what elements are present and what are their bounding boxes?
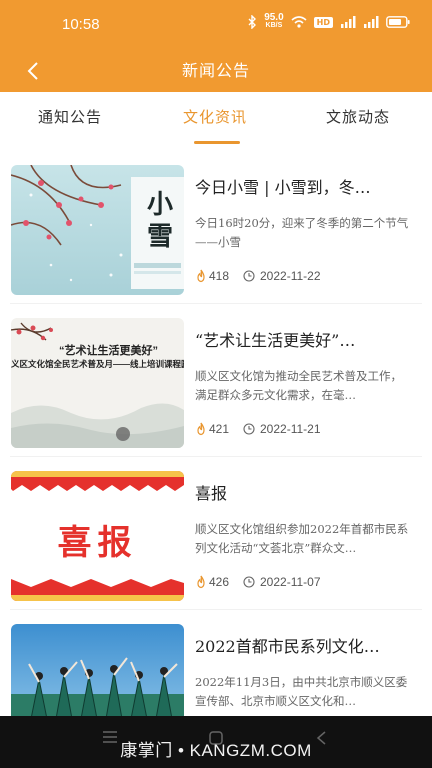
thumbnail-caption: “艺术让生活更美好” [59, 345, 158, 357]
news-summary: 顺义区文化馆组织参加2022年首都市民系列文化活动“文荟北京”群众文… [195, 522, 409, 555]
clock-icon [243, 423, 255, 435]
thumbnail-subcaption: 义区文化馆全民艺术普及月——线上培训课程圆满结 [11, 359, 184, 369]
status-icons: 95.0 KB/S HD [247, 12, 410, 30]
clock-icon [243, 270, 255, 282]
news-summary: 2022年11月3日，由中共北京市顺义区委宣传部、北京市顺义区文化和… [195, 675, 408, 708]
news-thumbnail: 小雪 [11, 165, 184, 295]
signal-icon [341, 16, 356, 28]
news-summary: 今日16时20分，迎来了冬季的第二个节气——小雪 [195, 216, 409, 249]
news-title: 今日小雪 | 小雪到，冬… [195, 178, 371, 197]
thumbnail-caption: 喜报 [57, 523, 138, 563]
flame-icon [197, 575, 205, 589]
publish-date-value: 2022-11-21 [260, 422, 321, 436]
tab-notices[interactable]: 通知公告 [38, 106, 102, 127]
publish-date: 2022-11-21 [243, 422, 321, 436]
clock-icon [243, 576, 255, 588]
news-thumbnail: “艺术让生活更美好” 义区文化馆全民艺术普及月——线上培训课程圆满结 [11, 318, 184, 448]
publish-date-value: 2022-11-07 [260, 575, 321, 589]
flame-icon [197, 422, 205, 436]
tab-culture-news[interactable]: 文化资讯 [183, 106, 247, 127]
view-count: 426 [195, 575, 243, 589]
news-thumbnail: 喜报 [11, 471, 184, 601]
tab-bar: 通知公告 文化资讯 文旅动态 [0, 92, 432, 148]
wifi-icon [291, 16, 307, 28]
thumbnail-caption: 小雪 [146, 190, 173, 252]
news-item[interactable]: 小雪 今日小雪 | 小雪到，冬… 今日16时20分，迎来了冬季的第二个节气——小… [0, 150, 432, 302]
publish-date: 2022-11-07 [243, 575, 321, 589]
tab-tourism-news[interactable]: 文旅动态 [326, 106, 390, 127]
flame-icon [197, 269, 205, 283]
bluetooth-icon [248, 15, 257, 29]
hd-badge: HD [313, 16, 333, 28]
signal-icon-2 [364, 16, 379, 28]
active-tab-indicator [194, 141, 240, 144]
battery-icon [386, 16, 410, 28]
status-time: 10:58 [62, 16, 100, 33]
news-title: 喜报 [195, 484, 228, 503]
news-item[interactable]: 喜报 喜报 顺义区文化馆组织参加2022年首都市民系列文化活动“文荟北京”群众文… [0, 456, 432, 608]
view-count-value: 421 [209, 422, 230, 436]
view-count: 418 [195, 269, 243, 283]
news-thumbnail [11, 624, 184, 716]
news-meta: 418 2022-11-22 [195, 269, 321, 283]
news-title: 2022首都市民系列文化… [195, 637, 380, 656]
publish-date-value: 2022-11-22 [260, 269, 321, 283]
news-summary: 顺义区文化馆为推动全民艺术普及工作，满足群众多元文化需求，在毫… [195, 369, 402, 402]
news-meta: 426 2022-11-07 [195, 575, 321, 589]
header-bar: 新闻公告 [0, 48, 432, 92]
page-title: 新闻公告 [181, 61, 250, 80]
watermark: 康掌门 • KANGZM.COM [120, 741, 312, 760]
news-item[interactable]: 2022首都市民系列文化… 2022年11月3日，由中共北京市顺义区委宣传部、北… [0, 609, 432, 716]
news-item[interactable]: “艺术让生活更美好” 义区文化馆全民艺术普及月——线上培训课程圆满结 “艺术让生… [0, 303, 432, 455]
news-title: “艺术让生活更美好”… [195, 331, 356, 350]
view-count: 421 [195, 422, 243, 436]
view-count-value: 418 [209, 269, 230, 283]
status-bar: 10:58 95.0 KB/S HD [0, 0, 432, 48]
view-count-value: 426 [209, 575, 230, 589]
publish-date: 2022-11-22 [243, 269, 321, 283]
news-meta: 421 2022-11-21 [195, 422, 321, 436]
net-speed: 95.0 KB/S [264, 12, 284, 30]
